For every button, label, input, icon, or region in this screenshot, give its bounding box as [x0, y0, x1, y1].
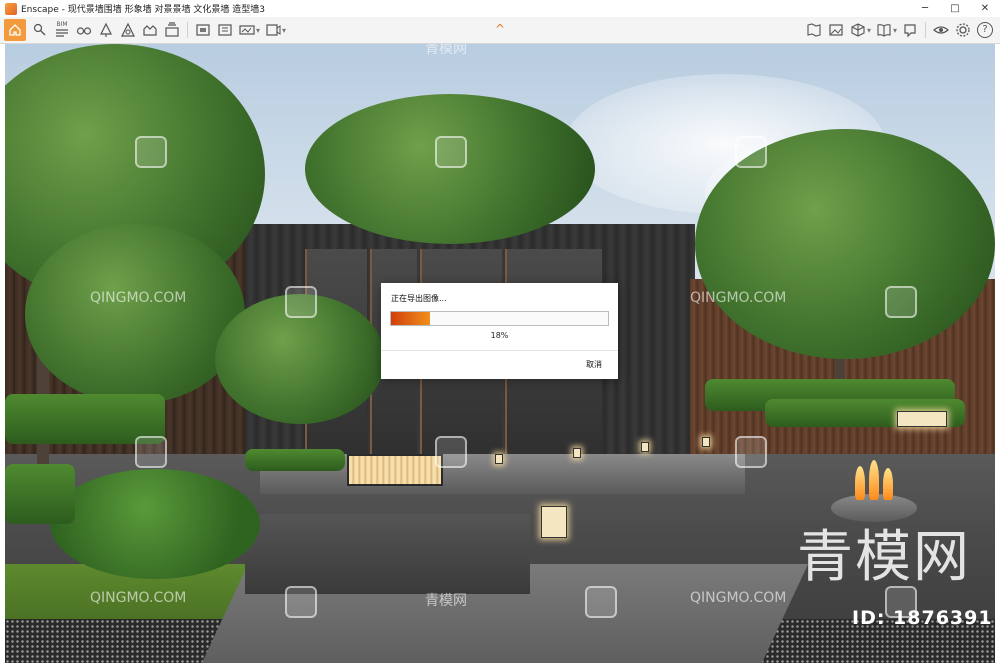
path-light	[495, 454, 503, 464]
atmosphere-icon[interactable]	[140, 20, 160, 40]
hedge	[5, 464, 75, 524]
image-icon[interactable]	[826, 20, 846, 40]
watermark-logo-icon	[285, 586, 317, 618]
video-export-icon[interactable]	[263, 20, 283, 40]
toolbar-right-group: ▾ ▾ ?	[803, 17, 996, 43]
tree-canopy	[25, 224, 245, 404]
dialog-divider	[381, 350, 618, 351]
capture-icon[interactable]	[900, 20, 920, 40]
watermark-site-text: QINGMO.COM	[90, 590, 187, 606]
watermark-logo-icon	[885, 286, 917, 318]
panorama-icon[interactable]	[237, 20, 257, 40]
cube-dropdown-caret-icon[interactable]: ▾	[867, 26, 871, 35]
path-light	[702, 437, 710, 447]
watermark-site-text: QINGMO.COM	[690, 290, 787, 306]
bim-icon[interactable]: BIM	[52, 20, 72, 40]
screenshot-icon[interactable]	[193, 20, 213, 40]
book-dropdown-caret-icon[interactable]: ▾	[893, 26, 897, 35]
watermark-logo-icon	[285, 286, 317, 318]
cancel-button[interactable]: 取消	[586, 359, 602, 370]
watermark-id: ID: 1876391	[852, 607, 993, 629]
watermark-site-text: QINGMO.COM	[690, 590, 787, 606]
enscape-window: Enscape - 现代景墙围墙 形象墙 对景景墙 文化景墙 造型墙3 ─ □ …	[0, 0, 1000, 668]
window-bottom-border	[0, 663, 1000, 668]
map-icon[interactable]	[804, 20, 824, 40]
watermark-brand-text: 青模网	[425, 593, 467, 609]
asset-library-icon[interactable]	[118, 20, 138, 40]
binoculars-icon[interactable]	[74, 20, 94, 40]
bench-light	[897, 411, 947, 427]
watermark-logo-icon	[585, 586, 617, 618]
gear-icon[interactable]	[953, 20, 973, 40]
watermark-site-text: QINGMO.COM	[90, 290, 187, 306]
tree-canopy	[305, 94, 595, 244]
toolbar-separator	[187, 22, 188, 38]
help-glyph: ?	[977, 22, 993, 38]
enscape-logo-icon	[5, 2, 17, 15]
toolbar-separator-right	[925, 22, 926, 38]
window-title: Enscape - 现代景墙围墙 形象墙 对景景墙 文化景墙 造型墙3	[21, 5, 265, 15]
window-controls: ─ □ ✕	[910, 0, 1000, 17]
dialog-title: 正在导出图像...	[391, 294, 447, 303]
path-light	[573, 448, 581, 458]
export-progress-fill	[391, 312, 431, 325]
watermark-logo-icon	[735, 136, 767, 168]
title-bar: Enscape - 现代景墙围墙 形象墙 对景景墙 文化景墙 造型墙3 ─ □ …	[0, 0, 1000, 17]
watermark-logo-icon	[135, 136, 167, 168]
collapse-toolbar-icon[interactable]: ^	[492, 20, 508, 36]
watermark-logo-icon	[135, 436, 167, 468]
panorama-dropdown-caret-icon[interactable]: ▾	[256, 26, 260, 35]
book-icon[interactable]	[874, 20, 894, 40]
cube-icon[interactable]	[848, 20, 868, 40]
export-progress-dialog: 正在导出图像... 18% 取消	[381, 283, 618, 379]
flame	[855, 466, 865, 500]
watermark-logo-icon	[735, 436, 767, 468]
shrub	[50, 469, 260, 579]
location-pin-icon[interactable]	[30, 20, 50, 40]
close-button[interactable]: ✕	[970, 0, 1000, 17]
batch-render-icon[interactable]	[215, 20, 235, 40]
tree-icon[interactable]	[96, 20, 116, 40]
light-box	[347, 454, 443, 486]
maximize-button[interactable]: □	[940, 0, 970, 17]
garden-lamp	[541, 506, 567, 538]
watermark-brand-text: 青模网	[425, 44, 467, 57]
flame	[883, 468, 893, 500]
stone-planter	[245, 514, 530, 594]
minimize-button[interactable]: ─	[910, 0, 940, 17]
hedge	[245, 449, 345, 471]
path-light	[641, 442, 649, 452]
export-progress-bar	[390, 311, 609, 326]
watermark-logo-icon	[435, 136, 467, 168]
home-icon[interactable]	[4, 19, 26, 41]
help-icon[interactable]: ?	[975, 20, 995, 40]
watermark-logo-icon	[435, 436, 467, 468]
eye-icon[interactable]	[931, 20, 951, 40]
flame	[869, 460, 879, 500]
video-dropdown-caret-icon[interactable]: ▾	[282, 26, 286, 35]
progress-percent-label: 18%	[490, 331, 509, 340]
export-icon[interactable]	[162, 20, 182, 40]
watermark-brand-large: 青模网	[797, 525, 971, 590]
